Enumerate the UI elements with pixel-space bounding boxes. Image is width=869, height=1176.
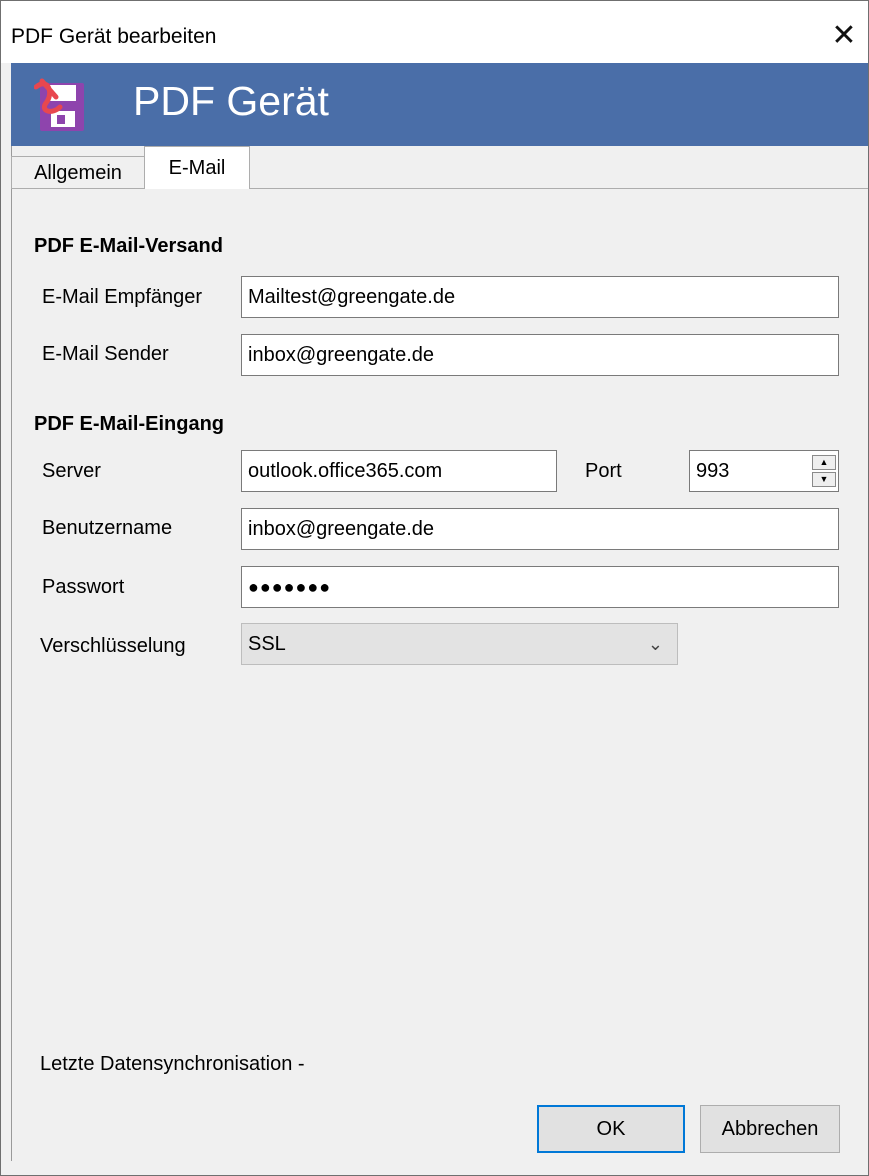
close-icon[interactable]: ✕	[824, 15, 864, 55]
empfaenger-label: E-Mail Empfänger	[42, 286, 203, 308]
encryption-value: SSL	[248, 632, 286, 655]
port-spinner: ▲ ▼	[812, 455, 836, 487]
password-label: Passwort	[42, 576, 125, 598]
chevron-down-icon: ⌄	[647, 634, 663, 654]
port-stepper[interactable]: 993 ▲ ▼	[689, 450, 839, 492]
section-heading-versand: PDF E-Mail-Versand	[34, 235, 223, 257]
header-banner: PDF Gerät	[11, 63, 868, 146]
sender-label: E-Mail Sender	[42, 343, 169, 365]
window-title: PDF Gerät bearbeiten	[11, 25, 217, 48]
ok-button[interactable]: OK	[537, 1105, 685, 1153]
content-left-border	[11, 146, 12, 1161]
title-bar: PDF Gerät bearbeiten ✕	[1, 1, 868, 63]
dialog-window: PDF Gerät bearbeiten ✕ PDF Gerät Allgeme…	[0, 0, 869, 1176]
sync-status: Letzte Datensynchronisation -	[40, 1053, 305, 1075]
username-label: Benutzername	[42, 517, 173, 539]
tab-divider	[11, 188, 868, 189]
section-heading-eingang: PDF E-Mail-Eingang	[34, 413, 224, 435]
port-value: 993	[696, 459, 730, 482]
spin-down-icon[interactable]: ▼	[812, 472, 836, 487]
password-field[interactable]: ●●●●●●●	[241, 566, 839, 608]
server-label: Server	[42, 460, 101, 482]
username-field[interactable]: inbox@greengate.de	[241, 508, 839, 550]
empfaenger-field[interactable]: Mailtest@greengate.de	[241, 276, 839, 318]
sender-field[interactable]: inbox@greengate.de	[241, 334, 839, 376]
pdf-save-icon	[34, 78, 84, 131]
port-label: Port	[585, 460, 622, 482]
spin-up-icon[interactable]: ▲	[812, 455, 836, 470]
cancel-button[interactable]: Abbrechen	[700, 1105, 840, 1153]
server-field[interactable]: outlook.office365.com	[241, 450, 557, 492]
banner-title: PDF Gerät	[133, 78, 329, 124]
encryption-label: Verschlüsselung	[40, 635, 186, 657]
encryption-select[interactable]: SSL ⌄	[241, 623, 678, 665]
tab-email[interactable]: E-Mail	[144, 146, 250, 189]
tab-allgemein[interactable]: Allgemein	[11, 156, 145, 189]
